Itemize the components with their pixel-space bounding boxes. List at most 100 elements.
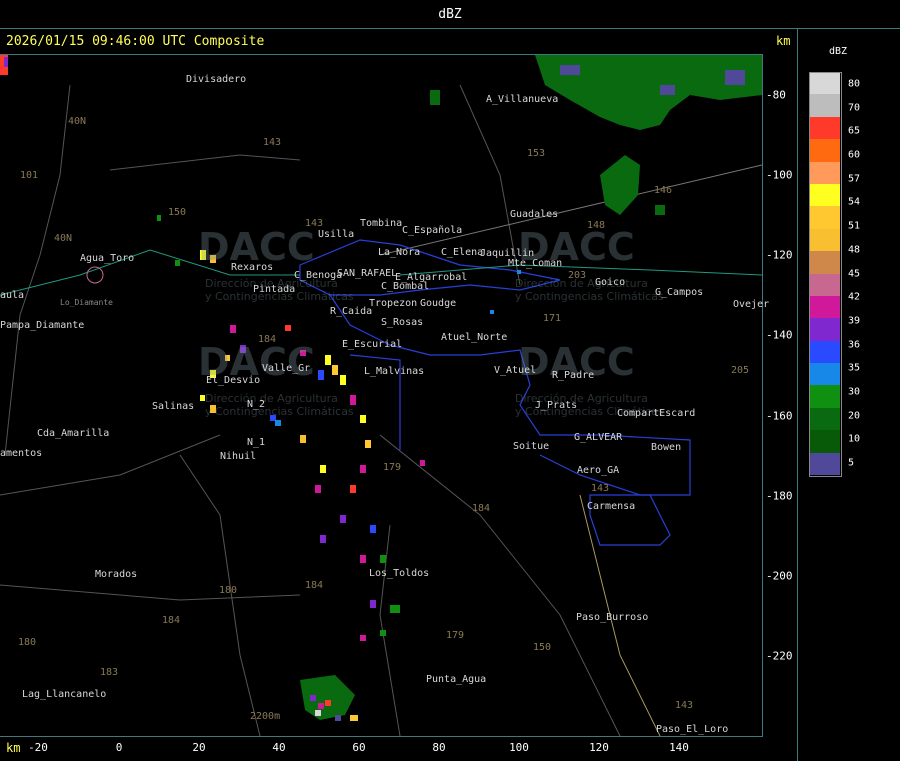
place-label: Pampa_Diamante	[0, 320, 85, 331]
route-label: 179	[446, 630, 465, 641]
x-tick-label: 100	[509, 741, 529, 754]
radar-plot-area[interactable]: DACC DACC DACC DACC Dirección de Agricul…	[0, 54, 769, 737]
place-label: G_ALVEAR	[574, 432, 623, 443]
place-label: amentos	[0, 448, 43, 459]
place-label: Punta_Agua	[426, 674, 487, 685]
watermark-subtitle: Dirección de Agricultura y Contingencias …	[515, 277, 664, 303]
legend-border	[809, 72, 842, 477]
y-tick-label: -100	[766, 168, 793, 182]
legend-label: 70	[848, 102, 861, 114]
x-tick-label: 120	[589, 741, 609, 754]
place-label: Tombina	[360, 218, 403, 229]
place-label: C_Española	[402, 225, 463, 236]
x-tick-label: -20	[28, 741, 48, 754]
x-tick-label: 20	[192, 741, 206, 754]
place-label: CompartEscard	[617, 408, 696, 419]
place-label: Soitue	[513, 441, 550, 452]
x-tick-label: 0	[115, 741, 123, 754]
place-label: Tropezon	[369, 298, 418, 309]
place-label: Paso_Burroso	[576, 612, 649, 623]
place-label: Mte_Coman	[508, 258, 563, 269]
legend-label: 80	[848, 78, 861, 90]
place-label: R_Padre	[552, 370, 595, 381]
legend-label: 54	[848, 196, 861, 208]
place-label: R_Caida	[330, 306, 373, 317]
route-label: 40N	[54, 233, 73, 244]
place-label: Bowen	[651, 442, 682, 453]
route-label: 184	[305, 580, 324, 591]
place-label: Valle_Gr	[262, 363, 311, 374]
place-label: C_Elena	[441, 247, 484, 258]
place-label: Morados	[95, 569, 138, 580]
place-label: E_Escurial	[342, 339, 403, 350]
route-label: 143	[591, 483, 610, 494]
place-label: Usilla	[318, 229, 355, 240]
km-unit-top: km	[776, 34, 791, 48]
legend-label: 60	[848, 149, 861, 161]
echo-field-northeast	[430, 55, 762, 215]
route-label: 205	[731, 365, 750, 376]
place-label: Agua_Toro	[80, 253, 135, 264]
window-title: dBZ	[438, 6, 462, 22]
place-label: Los_Toldos	[369, 568, 430, 579]
place-label: Lag_Llancanelo	[22, 689, 107, 700]
route-label: 143	[263, 137, 282, 148]
route-label: 183	[100, 667, 119, 678]
place-label: SAN_RAFAEL	[337, 268, 398, 279]
x-tick-label: 140	[669, 741, 689, 754]
legend-label: 36	[848, 339, 861, 351]
route-label: 150	[533, 642, 552, 653]
legend-label: 65	[848, 125, 861, 137]
place-label: Salinas	[152, 401, 195, 412]
legend-label: 42	[848, 291, 861, 303]
radar-map-panel: 2026/01/15 09:46:00 UTC Composite km DAC…	[0, 28, 798, 761]
echo-cluster-south	[300, 675, 358, 721]
echo-cell-edge	[4, 57, 8, 67]
terrain-line	[4, 84, 71, 456]
legend-label: 30	[848, 386, 861, 398]
place-label: 2200m	[250, 711, 281, 722]
legend-label: 51	[848, 220, 861, 232]
place-label: S_Rosas	[381, 317, 424, 328]
place-label: Atuel_Norte	[441, 332, 508, 343]
legend-label: 57	[848, 173, 861, 185]
place-label: aula	[0, 290, 25, 301]
route-label: 148	[587, 220, 606, 231]
y-tick-label: -180	[766, 489, 793, 503]
legend-label: 10	[848, 433, 861, 445]
legend-label: 5	[848, 457, 855, 469]
y-tick-label: -80	[766, 88, 786, 102]
y-tick-label: -140	[766, 328, 793, 342]
place-label: L_Malvinas	[364, 366, 425, 377]
route-label: 184	[258, 334, 277, 345]
place-label: C_Benoga	[294, 270, 343, 281]
x-tick-label: 60	[352, 741, 366, 754]
legend-label: 45	[848, 268, 861, 279]
place-label: Nihuil	[220, 451, 257, 462]
place-label: A_Villanueva	[486, 94, 559, 105]
place-label: La_Nora	[378, 247, 421, 258]
place-label: N_1	[247, 437, 266, 448]
place-label: Pintada	[253, 284, 296, 295]
window-title-bar: dBZ	[0, 0, 900, 29]
place-label: Paso_El_Loro	[656, 724, 729, 735]
place-label: C_Bombal	[381, 281, 430, 292]
timestamp-label: 2026/01/15 09:46:00 UTC Composite	[6, 34, 265, 49]
route-label: 101	[20, 170, 39, 181]
x-tick-label: 80	[432, 741, 446, 754]
terrain-line	[109, 154, 301, 171]
place-label: Lo_Diamante	[60, 298, 113, 307]
place-label: Cda_Amarilla	[37, 428, 110, 439]
place-label: N_2	[247, 399, 266, 410]
route-label: 143	[305, 218, 324, 229]
place-label: Carmensa	[587, 501, 636, 512]
place-label: Ovejer	[733, 299, 770, 310]
legend-label: 35	[848, 362, 861, 374]
legend-label: 39	[848, 315, 861, 327]
route-label: 40N	[68, 116, 87, 127]
route-label: 171	[543, 313, 562, 324]
place-label: V_Atuel	[494, 365, 537, 376]
place-label: El_Desvio	[206, 375, 261, 386]
place-label: G_Campos	[655, 287, 704, 298]
place-label: Divisadero	[186, 74, 247, 85]
